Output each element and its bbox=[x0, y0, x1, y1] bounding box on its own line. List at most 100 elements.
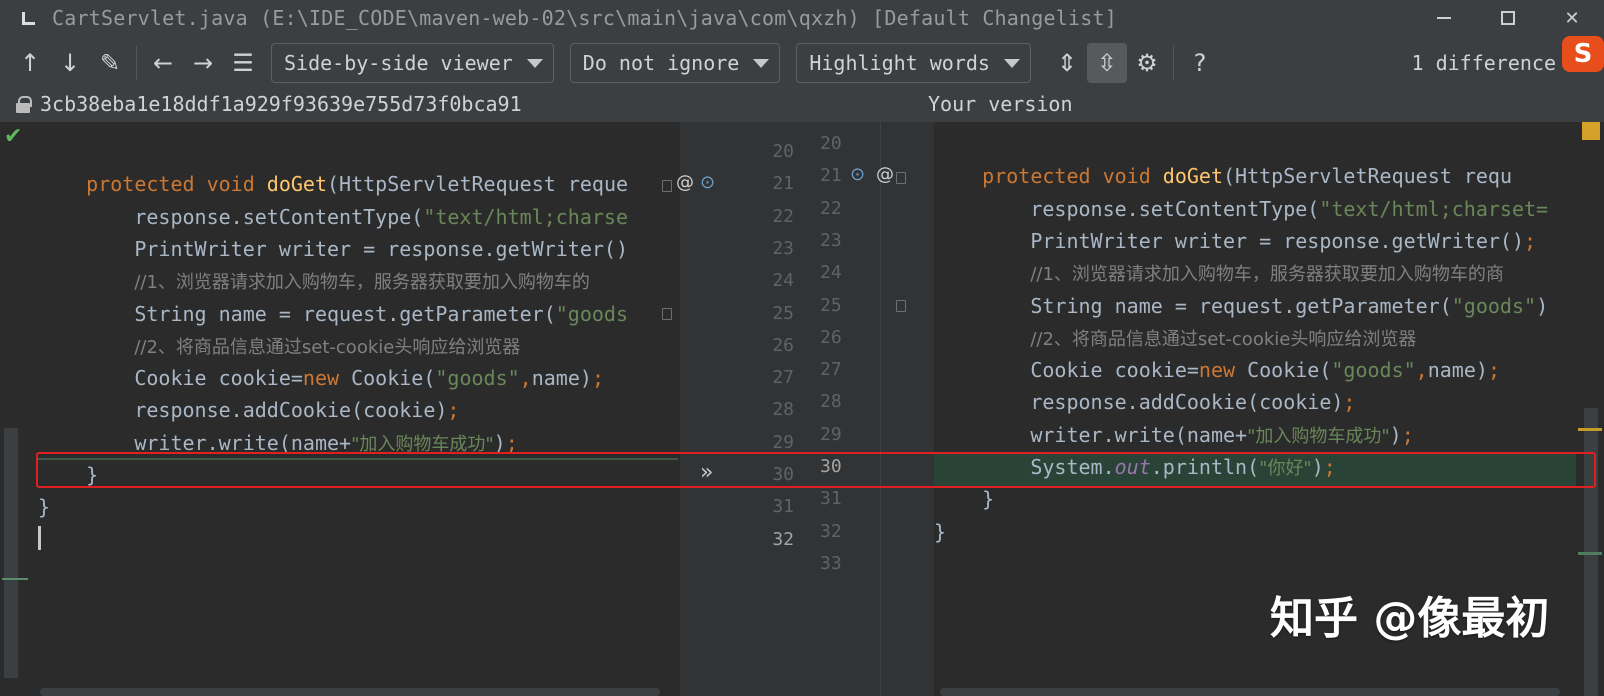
code-line[interactable]: } bbox=[934, 483, 994, 515]
left-code-pane[interactable]: protected void doGet(HttpServletRequest … bbox=[38, 122, 678, 696]
right-revision-label: Your version bbox=[928, 92, 1073, 116]
warning-icon[interactable] bbox=[1582, 122, 1600, 140]
override-method-icon[interactable]: ⊙ bbox=[850, 164, 865, 185]
ime-logo-icon[interactable]: S bbox=[1562, 36, 1604, 72]
file-list-button[interactable]: ☰ bbox=[223, 43, 263, 83]
code-token: Cookie( bbox=[1247, 358, 1332, 383]
left-revision: 3cb38eba1e18ddf1a929f93639e755d73f0bca91 bbox=[16, 92, 522, 116]
left-scrollbar[interactable] bbox=[4, 428, 18, 678]
code-token: response.addCookie(cookie) bbox=[38, 398, 448, 423]
window-controls: ✕ bbox=[1412, 0, 1604, 36]
edit-source-button[interactable]: ✎ bbox=[90, 43, 130, 83]
check-icon: ✔ bbox=[4, 124, 23, 149]
code-line[interactable]: } bbox=[38, 491, 50, 523]
change-marker[interactable] bbox=[1578, 552, 1602, 555]
close-icon: ✕ bbox=[1564, 7, 1580, 29]
viewer-mode-value: Side-by-side viewer bbox=[284, 51, 513, 75]
code-line[interactable]: String name = request.getParameter("good… bbox=[934, 290, 1548, 322]
highlight-mode-select[interactable]: Highlight words bbox=[796, 43, 1031, 83]
code-token: } bbox=[934, 519, 947, 544]
code-token: //2、将商品信息通过set-cookie头响应给浏览器 bbox=[134, 336, 521, 358]
chevron-down-icon bbox=[526, 58, 543, 68]
code-line[interactable]: response.addCookie(cookie); bbox=[934, 386, 1355, 418]
line-number: 31 bbox=[820, 488, 842, 510]
fold-marker-icon[interactable] bbox=[662, 308, 672, 320]
code-token: (HttpServletRequest reque bbox=[327, 172, 629, 197]
sync-scroll-icon: ⇳ bbox=[1096, 49, 1117, 77]
line-number: 32 bbox=[820, 520, 842, 542]
code-line[interactable]: } bbox=[934, 516, 946, 548]
chevron-down-icon bbox=[753, 58, 770, 68]
minimize-icon bbox=[1437, 17, 1451, 19]
line-number: 27 bbox=[820, 359, 842, 381]
code-token: "goods" bbox=[1451, 293, 1537, 318]
line-number: 25 bbox=[820, 294, 842, 316]
code-token: Cookie cookie= bbox=[38, 366, 303, 391]
collapse-unchanged-button[interactable]: ⇕ bbox=[1047, 43, 1087, 83]
diff-app-icon bbox=[20, 10, 36, 26]
code-line[interactable]: //1、浏览器请求加入购物车，服务器获取要加入购物车的商 bbox=[934, 257, 1504, 289]
code-line[interactable]: String name = request.getParameter("good… bbox=[38, 298, 628, 330]
line-number: 23 bbox=[772, 237, 794, 259]
code-line[interactable]: //2、将商品信息通过set-cookie头响应给浏览器 bbox=[934, 322, 1416, 354]
line-number: 32 bbox=[772, 528, 794, 550]
code-line[interactable]: response.setContentType("text/html;chars… bbox=[38, 201, 628, 233]
diff-toolbar: ↑ ↓ ✎ ← → ☰ Side-by-side viewer Do not i… bbox=[0, 36, 1604, 90]
previous-difference-button[interactable]: ↑ bbox=[10, 43, 50, 83]
code-token: ; bbox=[1524, 228, 1537, 253]
code-line[interactable]: //1、浏览器请求加入购物车，服务器获取要加入购物车的 bbox=[38, 265, 590, 297]
code-token: response.setContentType( bbox=[38, 204, 424, 229]
code-line[interactable]: PrintWriter writer = response.getWriter(… bbox=[38, 233, 628, 265]
fold-marker-icon[interactable] bbox=[662, 180, 672, 192]
code-token: name) bbox=[1427, 358, 1488, 383]
left-horizontal-scrollbar[interactable] bbox=[40, 688, 660, 696]
settings-button[interactable]: ⚙ bbox=[1127, 43, 1167, 83]
warning-marker[interactable] bbox=[1578, 428, 1602, 431]
revision-info-row: 3cb38eba1e18ddf1a929f93639e755d73f0bca91… bbox=[0, 90, 1604, 122]
viewer-mode-select[interactable]: Side-by-side viewer bbox=[271, 43, 554, 83]
code-line[interactable]: Cookie cookie=new Cookie("goods",name); bbox=[38, 362, 604, 394]
implements-at-icon[interactable]: @ bbox=[876, 164, 894, 185]
next-difference-button[interactable]: ↓ bbox=[50, 43, 90, 83]
synchronize-scrolling-button[interactable]: ⇳ bbox=[1086, 43, 1127, 83]
code-line[interactable]: protected void doGet(HttpServletRequest … bbox=[934, 160, 1512, 192]
diff-editor: ✔ protected void doGet(HttpServletReques… bbox=[0, 122, 1604, 696]
line-number: 26 bbox=[772, 334, 794, 356]
fold-marker-icon[interactable] bbox=[896, 300, 906, 312]
maximize-button[interactable] bbox=[1476, 0, 1540, 36]
line-number: 20 bbox=[820, 133, 842, 154]
code-line[interactable]: Cookie cookie=new Cookie("goods",name); bbox=[934, 354, 1500, 386]
code-token: writer.write(name+ bbox=[934, 422, 1248, 447]
arrow-left-icon: ← bbox=[152, 49, 174, 77]
code-line[interactable]: protected void doGet(HttpServletRequest … bbox=[38, 168, 628, 200]
code-token: String name = request.getParameter( bbox=[38, 301, 556, 326]
code-line[interactable]: response.setContentType("text/html;chars… bbox=[934, 193, 1548, 225]
override-method-icon[interactable]: ⊙ bbox=[700, 172, 715, 193]
arrow-right-icon: → bbox=[192, 49, 214, 77]
code-line[interactable]: response.addCookie(cookie); bbox=[38, 394, 459, 426]
line-number: 26 bbox=[820, 326, 842, 348]
code-line[interactable]: writer.write(name+"加入购物车成功"); bbox=[934, 419, 1414, 451]
previous-file-button[interactable]: ← bbox=[143, 43, 183, 83]
fold-marker-icon[interactable] bbox=[896, 172, 906, 184]
code-token: , bbox=[519, 366, 532, 391]
help-button[interactable]: ? bbox=[1180, 43, 1220, 83]
code-token: } bbox=[934, 487, 995, 512]
next-file-button[interactable]: → bbox=[183, 43, 223, 83]
right-horizontal-scrollbar[interactable] bbox=[940, 688, 1560, 696]
implements-at-icon[interactable]: @ bbox=[676, 172, 694, 193]
code-token: ; bbox=[1401, 422, 1414, 447]
code-line[interactable]: PrintWriter writer = response.getWriter(… bbox=[934, 225, 1536, 257]
code-token: //2、将商品信息通过set-cookie头响应给浏览器 bbox=[1030, 328, 1417, 350]
line-number: 28 bbox=[820, 391, 842, 413]
close-button[interactable]: ✕ bbox=[1540, 0, 1604, 36]
maximize-icon bbox=[1501, 11, 1515, 25]
code-token: new bbox=[302, 366, 352, 391]
minimize-button[interactable] bbox=[1412, 0, 1476, 36]
annotation-highlight-box bbox=[36, 452, 1596, 488]
line-number: 28 bbox=[772, 399, 794, 421]
ignore-whitespace-select[interactable]: Do not ignore bbox=[569, 43, 781, 83]
code-line[interactable]: //2、将商品信息通过set-cookie头响应给浏览器 bbox=[38, 330, 520, 362]
